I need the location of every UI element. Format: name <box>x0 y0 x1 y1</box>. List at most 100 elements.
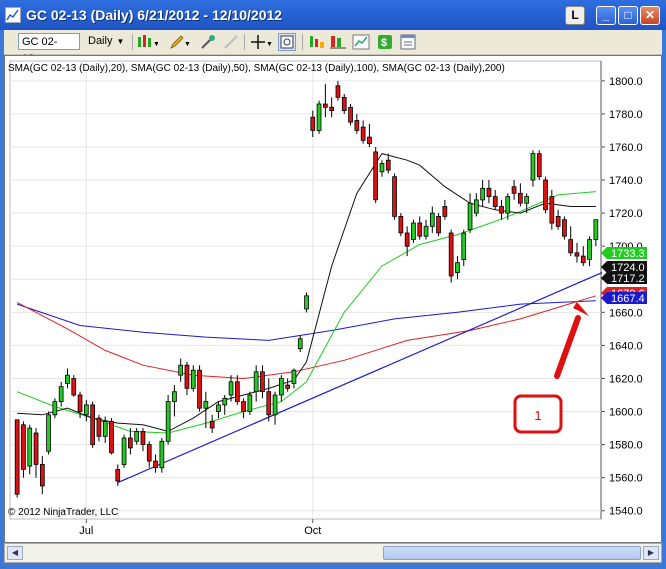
y-tick-label: 1580.0 <box>609 440 643 452</box>
crosshair-icon[interactable]: ▼ <box>250 33 273 51</box>
chart-panel[interactable]: 1800.01780.01760.01740.01720.01700.01680… <box>4 55 662 543</box>
toolbar-divider <box>132 34 133 50</box>
candle <box>329 106 335 111</box>
title-bar[interactable]: GC 02-13 (Daily) 6/21/2012 - 12/10/2012 … <box>0 0 666 30</box>
candle <box>587 239 592 260</box>
candle <box>90 404 95 445</box>
candle <box>222 397 228 406</box>
candle <box>392 176 397 217</box>
eraser-icon[interactable] <box>222 33 240 51</box>
price-tag-label: 1717.2 <box>611 273 645 285</box>
candle <box>467 202 473 231</box>
x-tick-label: Oct <box>304 525 321 537</box>
candle <box>385 159 391 171</box>
candle <box>253 371 259 392</box>
plot-area <box>9 60 602 520</box>
scroll-right-icon[interactable]: ▶ <box>643 546 659 560</box>
candle <box>272 394 278 416</box>
zoom-icon[interactable] <box>278 33 296 51</box>
instrument-selector[interactable]: GC 02-13▼ <box>18 33 80 65</box>
strategies-icon[interactable] <box>352 33 370 51</box>
minimize-button[interactable]: _ <box>596 6 616 25</box>
candle <box>285 384 291 389</box>
candle <box>102 420 108 437</box>
candle <box>411 222 416 240</box>
candle <box>417 222 423 237</box>
y-tick-label: 1600.0 <box>609 407 643 419</box>
candle <box>172 391 177 403</box>
candle <box>71 378 77 396</box>
candle <box>524 196 530 204</box>
close-button[interactable]: ✕ <box>640 6 660 25</box>
candle <box>442 206 448 217</box>
y-tick-label: 1540.0 <box>609 506 643 518</box>
candle <box>461 232 467 260</box>
candle <box>46 414 51 452</box>
data-box-icon[interactable] <box>308 33 326 51</box>
candle <box>379 163 385 173</box>
candle <box>190 369 196 389</box>
period-label: Daily <box>88 35 113 47</box>
candle <box>448 232 454 277</box>
chevron-down-icon: ▼ <box>116 37 125 46</box>
candle <box>260 371 265 392</box>
candle <box>33 432 39 465</box>
maximize-button[interactable]: □ <box>618 6 638 25</box>
candle <box>209 420 215 429</box>
candle <box>348 106 353 123</box>
candle <box>304 295 309 310</box>
candle <box>27 427 33 467</box>
svg-text:▼: ▼ <box>184 41 190 48</box>
candle <box>562 219 567 237</box>
candle <box>536 153 542 178</box>
horizontal-scrollbar[interactable]: ◀ ▶ <box>4 543 662 563</box>
candle <box>574 252 580 257</box>
scrollbar-thumb[interactable] <box>383 546 641 560</box>
candle <box>568 239 574 254</box>
candle <box>398 215 404 234</box>
candle <box>511 186 517 194</box>
y-tick-label: 1740.0 <box>609 175 643 187</box>
scroll-left-icon[interactable]: ◀ <box>7 546 23 560</box>
candle <box>486 187 492 198</box>
magic-wand-icon[interactable] <box>199 33 217 51</box>
candle <box>52 401 58 416</box>
candle <box>184 364 190 389</box>
candle <box>341 97 347 112</box>
bar-style-icon[interactable]: ▼ <box>136 33 160 51</box>
chart-window: GC 02-13 (Daily) 6/21/2012 - 12/10/2012 … <box>0 0 666 569</box>
toolbar-divider <box>244 34 245 50</box>
candle <box>178 364 183 376</box>
candle <box>429 212 435 227</box>
candle <box>423 225 429 237</box>
y-tick-label: 1660.0 <box>609 307 643 319</box>
candle <box>360 126 366 141</box>
candle <box>146 444 152 462</box>
money-icon[interactable]: $ <box>376 33 394 51</box>
candle <box>197 369 202 409</box>
y-tick-label: 1640.0 <box>609 340 643 352</box>
annotation-number: 1 <box>534 408 541 423</box>
link-button[interactable]: L <box>565 6 585 25</box>
svg-text:▼: ▼ <box>153 41 158 48</box>
y-tick-label: 1780.0 <box>609 109 643 121</box>
candle <box>505 196 511 214</box>
indicator-label: SMA(GC 02-13 (Daily),20), SMA(GC 02-13 (… <box>8 63 505 74</box>
candle <box>316 103 322 131</box>
candle <box>367 136 372 145</box>
candle <box>165 401 171 442</box>
candle <box>128 437 133 449</box>
indicators-icon[interactable] <box>329 33 347 51</box>
candle <box>203 401 209 409</box>
pencil-draw-icon[interactable]: ▼ <box>168 33 191 51</box>
candle <box>159 440 165 469</box>
candle <box>58 386 64 403</box>
candle <box>310 116 316 131</box>
candle <box>335 85 341 98</box>
properties-icon[interactable] <box>399 33 417 51</box>
candle <box>266 391 272 416</box>
candle <box>109 420 114 454</box>
candle <box>480 187 486 201</box>
period-selector[interactable]: Daily ▼ <box>88 33 124 50</box>
price-chart[interactable]: 1800.01780.01760.01740.01720.01700.01680… <box>5 56 661 542</box>
